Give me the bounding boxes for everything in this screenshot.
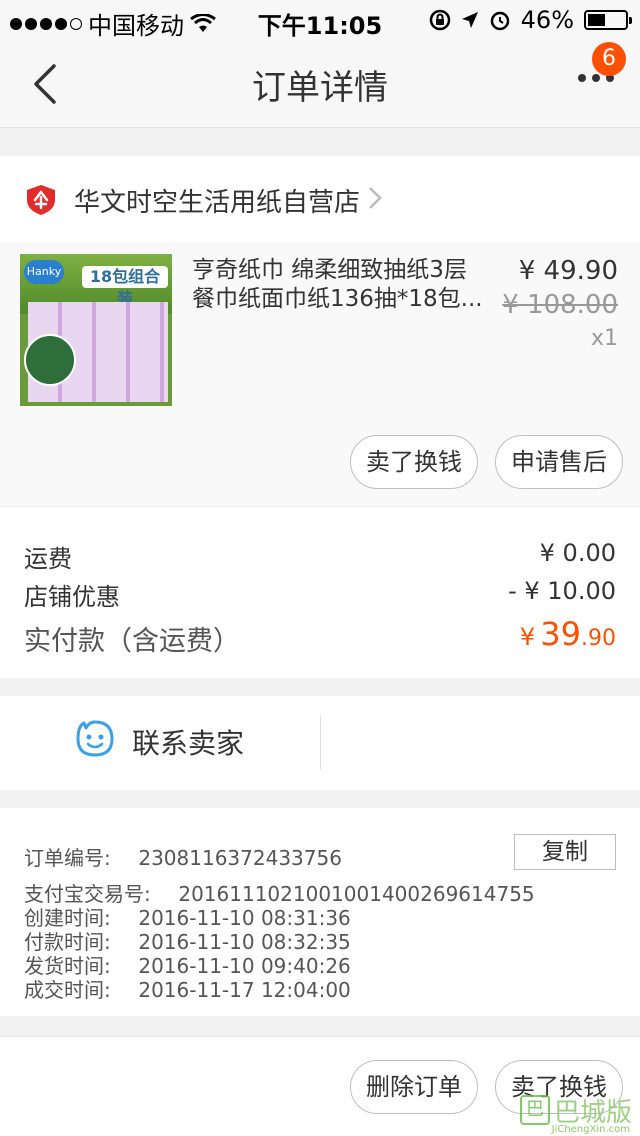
product-quantity: x1 <box>590 326 618 351</box>
copy-button[interactable]: 复制 <box>514 834 616 870</box>
watermark-logo: 巴 巴城版 <box>519 1092 632 1128</box>
status-bar: 中国移动 下午11:05 46% <box>0 0 640 40</box>
shop-discount-label: 店铺优惠 <box>24 583 120 611</box>
product-image[interactable]: Hanky 18包组合装 <box>20 254 172 406</box>
nav-bar: 订单详情 6 <box>0 40 640 128</box>
paid-integer: 39 <box>540 615 581 653</box>
order-number-key: 订单编号: <box>24 846 111 870</box>
battery-percent: 46% <box>520 6 574 34</box>
watermark-text: 巴城版 <box>553 1097 632 1128</box>
shop-name[interactable]: 华文时空生活用纸自营店 <box>74 182 360 219</box>
product-title-line-2: 餐巾纸面巾纸136抽*18包... <box>192 286 483 312</box>
page-title: 订单详情 <box>252 68 388 108</box>
watermark-site: JiChengXin.com <box>551 1124 630 1135</box>
status-right: 46% <box>429 6 632 34</box>
shop-row[interactable]: 华文时空生活用纸自营店 <box>0 156 640 242</box>
divider <box>320 714 321 770</box>
paid-currency: ¥ <box>519 623 536 651</box>
product-original-price: ¥ 108.00 <box>502 290 618 320</box>
completed-time-value: 2016-11-17 12:04:00 <box>138 978 351 1002</box>
product-image-tag: 18包组合装 <box>82 266 168 308</box>
product-title[interactable]: 亨奇纸巾 绵柔细致抽纸3层 餐巾纸面巾纸136抽*18包... <box>192 256 492 314</box>
delete-order-button[interactable]: 删除订单 <box>350 1060 478 1114</box>
paid-decimal: .90 <box>581 626 616 651</box>
rotation-lock-icon <box>429 9 450 31</box>
product-title-line-1: 亨奇纸巾 绵柔细致抽纸3层 <box>192 257 467 283</box>
product-image-brand: Hanky <box>24 260 64 284</box>
paid-amount-label: 实付款（含运费） <box>24 626 240 657</box>
chevron-right-icon <box>369 187 382 209</box>
notification-badge: 6 <box>592 42 626 76</box>
enterprise-shop-icon <box>27 185 55 215</box>
product-card[interactable]: Hanky 18包组合装 亨奇纸巾 绵柔细致抽纸3层 餐巾纸面巾纸136抽*18… <box>0 242 640 506</box>
order-info: 订单编号: 2308116372433756 复制 支付宝交易号: 201611… <box>0 808 640 1016</box>
sell-for-cash-button[interactable]: 卖了换钱 <box>350 435 478 489</box>
chat-face-icon[interactable] <box>74 718 116 758</box>
shipping-value: ¥ 0.00 <box>539 539 616 567</box>
alarm-icon <box>490 11 509 31</box>
after-sale-button[interactable]: 申请售后 <box>495 435 623 489</box>
fee-summary: 运费 ¥ 0.00 店铺优惠 - ¥ 10.00 实付款（含运费） ¥ 39.9… <box>0 506 640 678</box>
completed-time-key: 成交时间: <box>24 978 111 1002</box>
product-price: ¥ 49.90 <box>518 256 618 286</box>
location-icon <box>461 12 478 28</box>
shipping-label: 运费 <box>24 545 72 573</box>
contact-seller-button[interactable]: 联系卖家 <box>132 722 244 762</box>
order-number-value: 2308116372433756 <box>138 846 342 870</box>
battery-icon <box>584 10 632 30</box>
paid-amount-value: ¥ 39.90 <box>520 615 616 653</box>
watermark-box-icon: 巴 <box>519 1095 550 1125</box>
shop-discount-value: - ¥ 10.00 <box>508 577 616 605</box>
contact-seller-bar: 联系卖家 <box>0 696 640 790</box>
order-number-row: 订单编号: 2308116372433756 <box>24 842 342 871</box>
completed-time-row: 成交时间: 2016-11-17 12:04:00 <box>24 974 351 1003</box>
